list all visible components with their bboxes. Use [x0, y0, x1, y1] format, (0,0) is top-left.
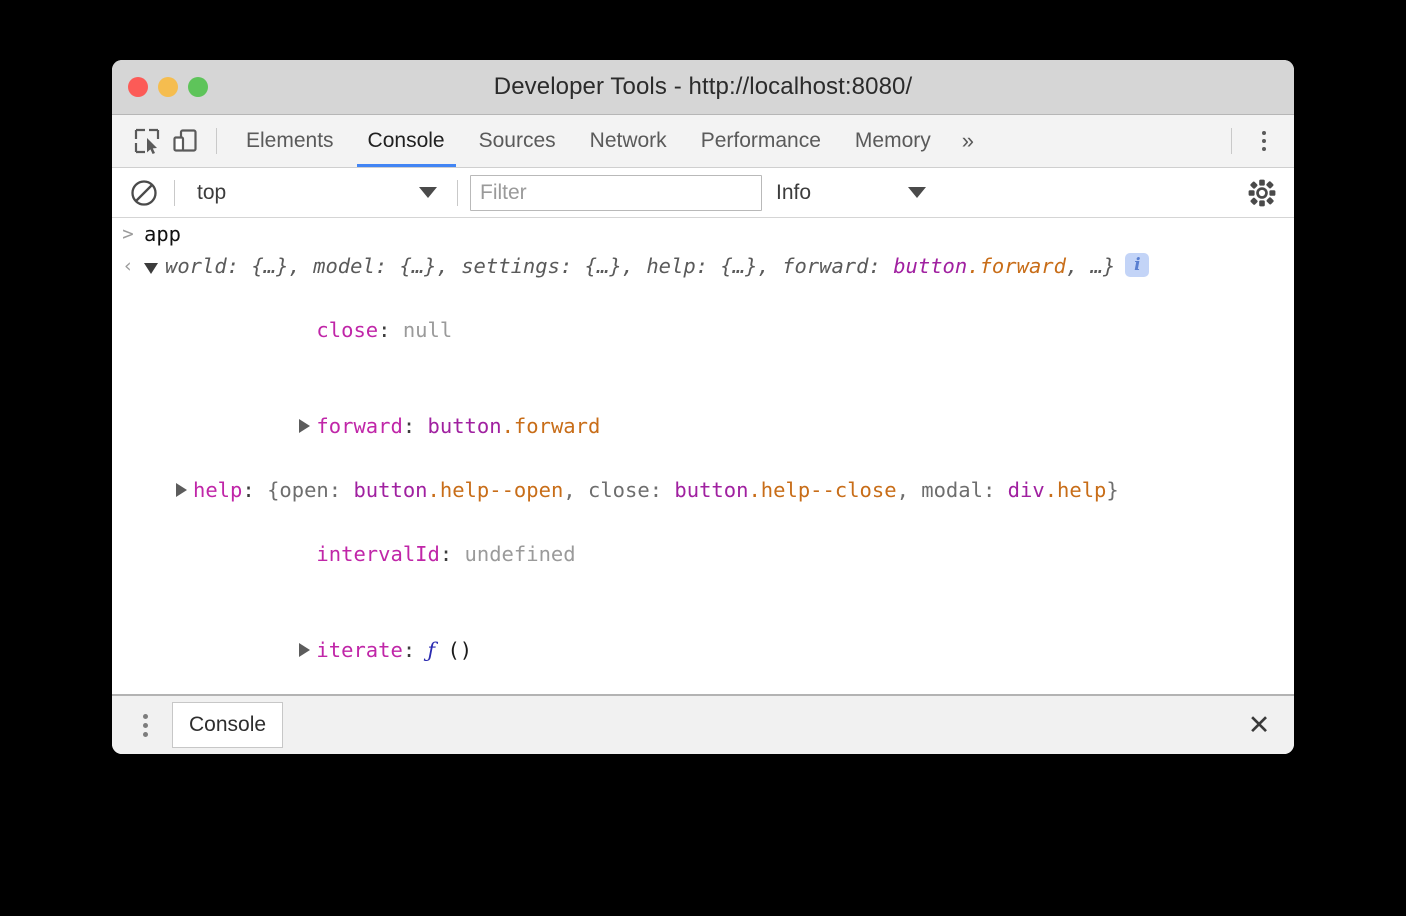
property-name: close — [316, 318, 378, 342]
log-level-value: Info — [776, 181, 908, 205]
property-name: iterate — [316, 638, 402, 662]
tabbar-right-divider — [1231, 128, 1232, 154]
tab-memory[interactable]: Memory — [838, 115, 948, 167]
devtools-window: Developer Tools - http://localhost:8080/… — [112, 60, 1294, 754]
prompt-glyph: > — [112, 221, 144, 247]
window-title: Developer Tools - http://localhost:8080/ — [112, 73, 1294, 101]
property-row-intervalId: intervalId: undefined — [112, 506, 1294, 602]
tabbar-right-group — [1219, 121, 1294, 161]
property-name: forward — [316, 414, 402, 438]
execution-context-selector[interactable]: top — [187, 175, 445, 211]
property-row-iterate[interactable]: iterate: ƒ () — [112, 602, 1294, 664]
console-result-block: ‹ world: {…}, model: {…}, settings: {…},… — [112, 250, 1294, 664]
close-window-button[interactable] — [128, 77, 148, 97]
expand-toggle-icon[interactable] — [144, 263, 158, 274]
property-row-help[interactable]: help: {open: button.help--open, close: b… — [112, 474, 1294, 506]
zoom-window-button[interactable] — [188, 77, 208, 97]
more-tabs-icon[interactable]: » — [948, 115, 988, 167]
expand-toggle-icon[interactable] — [299, 643, 310, 657]
device-toolbar-icon[interactable] — [166, 122, 204, 160]
result-glyph: ‹ — [112, 253, 144, 279]
tab-performance[interactable]: Performance — [684, 115, 838, 167]
console-toolbar: top Info — [112, 168, 1294, 218]
chevron-down-icon — [908, 187, 926, 198]
info-icon[interactable]: i — [1125, 253, 1149, 277]
screenshot-root: Developer Tools - http://localhost:8080/… — [0, 0, 1406, 916]
property-value: undefined — [465, 542, 576, 566]
property-name: intervalId — [316, 542, 439, 566]
tab-sources[interactable]: Sources — [462, 115, 573, 167]
property-row-forward[interactable]: forward: button.forward — [112, 378, 1294, 474]
window-controls — [128, 77, 208, 97]
minimize-window-button[interactable] — [158, 77, 178, 97]
object-preview-tail: , …} — [1066, 254, 1115, 278]
tab-console[interactable]: Console — [351, 115, 462, 167]
more-options-icon[interactable] — [1244, 121, 1284, 161]
property-value-tag: button — [428, 414, 502, 438]
function-glyph: ƒ — [428, 638, 436, 662]
filter-input[interactable] — [470, 175, 762, 211]
property-name: help — [193, 478, 242, 502]
object-preview-row[interactable]: ‹ world: {…}, model: {…}, settings: {…},… — [112, 250, 1294, 282]
drawer-tab-console[interactable]: Console — [172, 702, 283, 748]
clear-console-icon[interactable] — [126, 175, 162, 211]
gear-icon[interactable] — [1244, 175, 1280, 211]
console-toolbar-divider-2 — [457, 180, 458, 206]
object-preview-head: world: {…}, model: {…}, settings: {…}, h… — [165, 254, 893, 278]
console-output[interactable]: > app ‹ world: {…}, model: {…}, settings… — [112, 218, 1294, 664]
property-value: null — [403, 318, 452, 342]
log-level-selector[interactable]: Info — [776, 175, 934, 211]
panel-tabs: Elements Console Sources Network Perform… — [229, 115, 988, 167]
close-icon[interactable]: ✕ — [1242, 708, 1276, 742]
window-titlebar: Developer Tools - http://localhost:8080/ — [112, 60, 1294, 115]
expand-toggle-icon[interactable] — [176, 483, 187, 497]
console-command-row: > app — [112, 218, 1294, 250]
toolbar-divider — [216, 128, 217, 154]
chevron-down-icon — [419, 187, 437, 198]
devtools-tabbar: Elements Console Sources Network Perform… — [112, 115, 1294, 168]
console-drawer: Console ✕ — [112, 694, 1294, 754]
expand-toggle-icon[interactable] — [299, 419, 310, 433]
property-value-class: .forward — [502, 414, 601, 438]
tab-network[interactable]: Network — [573, 115, 684, 167]
console-command-text: app — [144, 221, 181, 247]
object-preview: world: {…}, model: {…}, settings: {…}, h… — [144, 253, 1294, 279]
inspect-element-icon[interactable] — [128, 122, 166, 160]
drawer-more-options-icon[interactable] — [126, 706, 164, 744]
property-row-close: close: null — [112, 282, 1294, 378]
execution-context-value: top — [197, 181, 419, 205]
console-toolbar-divider-1 — [174, 180, 175, 206]
object-preview-class: .forward — [967, 254, 1066, 278]
tab-elements[interactable]: Elements — [229, 115, 351, 167]
object-preview-tag: button — [893, 254, 967, 278]
